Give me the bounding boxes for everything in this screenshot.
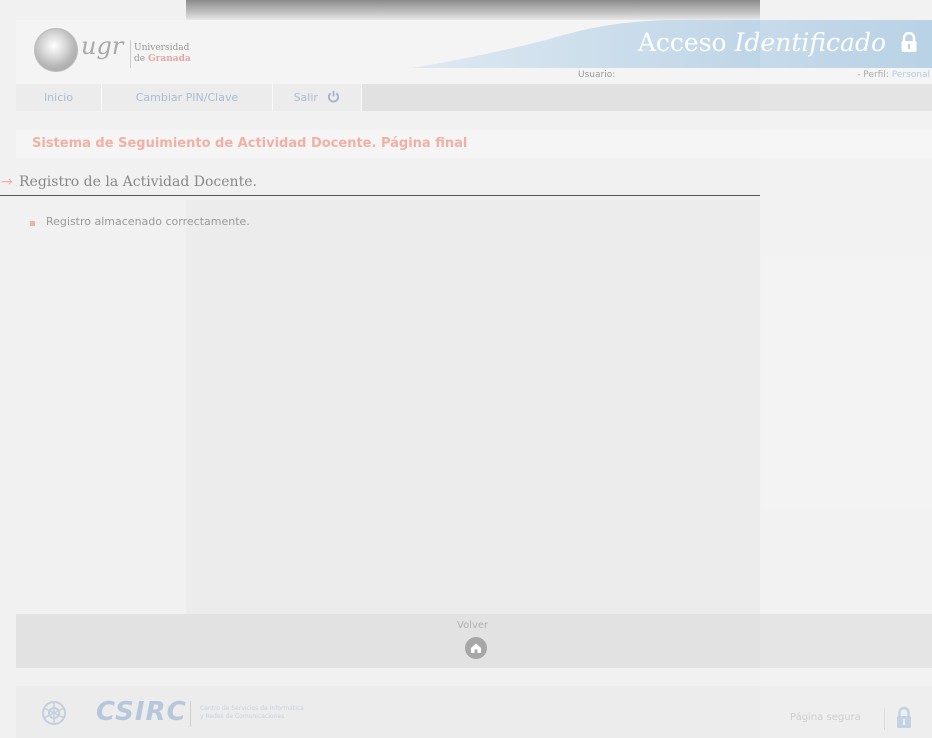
university-line2: de Granada (134, 54, 191, 65)
page-title: Sistema de Seguimiento de Actividad Doce… (32, 136, 468, 151)
status-message: Registro almacenado correctamente. (46, 215, 250, 228)
nav-item-cambiar-pin-label: Cambiar PIN/Clave (135, 91, 239, 104)
power-icon (328, 90, 340, 103)
user-label: Usuario: (578, 70, 616, 80)
csirc-divider (190, 701, 191, 727)
university-city: Granada (147, 54, 191, 64)
csirc-description: Centro de Servicios de Informática y Red… (200, 705, 304, 721)
csirc-logo[interactable]: CSIRC Centro de Servicios de Informática… (40, 697, 380, 731)
nav-item-cambiar-pin[interactable]: Cambiar PIN/Clave (102, 84, 273, 111)
nav-item-salir-label: Salir (293, 91, 318, 104)
home-icon (471, 643, 481, 653)
access-title-plain: Acceso (637, 28, 727, 57)
right-overlay (760, 0, 932, 738)
nav-item-salir[interactable]: Salir (273, 84, 362, 111)
section-title: Registro de la Actividad Docente. (19, 174, 257, 190)
logo-text: ugr (81, 32, 124, 60)
section-header: → Registro de la Actividad Docente. (0, 172, 760, 196)
bullet-icon (30, 221, 35, 226)
content-panel (186, 200, 760, 614)
logo-divider (130, 40, 131, 68)
ugr-logo[interactable]: ugr Universidad de Granada (34, 28, 194, 74)
top-strip (186, 0, 760, 20)
csirc-emblem-icon (42, 701, 66, 725)
nav-item-inicio-label: Inicio (43, 91, 74, 104)
home-button[interactable] (465, 637, 487, 659)
csirc-desc-line1: Centro de Servicios de Informática (200, 705, 304, 712)
csirc-desc-line2: y Redes de Comunicaciones (200, 713, 285, 720)
university-line1: Universidad (134, 43, 190, 53)
volver-label[interactable]: Volver (457, 620, 488, 631)
university-name: Universidad de Granada (134, 43, 191, 65)
page: ugr Universidad de Granada Acceso Identi… (0, 0, 932, 738)
nav-item-inicio[interactable]: Inicio (16, 84, 102, 111)
csirc-brand: CSIRC (96, 697, 187, 727)
university-seal-icon (34, 28, 78, 72)
arrow-right-icon: → (1, 174, 13, 190)
university-line2-prefix: de (134, 54, 146, 64)
